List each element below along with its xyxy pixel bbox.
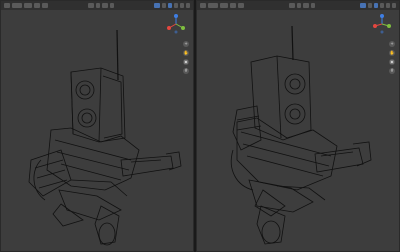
navigation-gizmo-right[interactable]: [371, 13, 393, 35]
camera-icon[interactable]: ▣: [389, 59, 395, 65]
proportional-edit-button[interactable]: [311, 3, 315, 8]
xray-toggle[interactable]: [368, 3, 372, 8]
speaker-box: [250, 55, 312, 141]
shading-rendered-button[interactable]: [392, 3, 396, 8]
x-axis-icon: [167, 26, 171, 30]
gun-right: [314, 147, 364, 173]
hand-icon[interactable]: ✋: [183, 50, 189, 56]
viewport-header-right: [197, 1, 399, 10]
shading-solid-button[interactable]: [380, 3, 384, 8]
shading-material-button[interactable]: [180, 3, 184, 8]
snap-button[interactable]: [102, 3, 108, 8]
select-menu[interactable]: [220, 3, 228, 8]
global-transform-button[interactable]: [88, 3, 94, 8]
y-axis-icon: [181, 26, 185, 30]
arm-left: [28, 149, 72, 197]
view-menu[interactable]: [12, 3, 22, 8]
speaker-upper: [75, 80, 95, 100]
camera-icon[interactable]: ▣: [183, 59, 189, 65]
pivot-button[interactable]: [96, 3, 100, 8]
viewport-right[interactable]: + ✋ ▣ #: [196, 0, 400, 252]
viewport-header-left: [1, 1, 193, 10]
shading-solid-button[interactable]: [174, 3, 178, 8]
navigation-gizmo-left[interactable]: [165, 13, 187, 35]
foot-left: [52, 203, 84, 227]
speaker-box: [70, 67, 126, 143]
z-axis-icon: [174, 14, 178, 18]
snap-button[interactable]: [303, 3, 309, 8]
z-axis-icon: [380, 14, 384, 18]
speaker-lower: [284, 103, 306, 125]
grid-icon[interactable]: #: [389, 68, 395, 74]
global-transform-button[interactable]: [289, 3, 295, 8]
editor-type-button[interactable]: [4, 3, 10, 8]
x-axis-icon: [373, 24, 377, 28]
lower-body: [248, 179, 314, 213]
wireframe-model-right[interactable]: [197, 10, 400, 252]
wireframe-model-left[interactable]: [1, 10, 194, 252]
leg-right: [256, 205, 286, 245]
antenna: [291, 25, 294, 61]
lower-body: [58, 189, 122, 221]
proportional-edit-button[interactable]: [110, 3, 114, 8]
object-menu[interactable]: [42, 3, 48, 8]
overlay-toggle[interactable]: [360, 3, 366, 8]
antenna: [116, 29, 119, 81]
nav-controls-left: + ✋ ▣ #: [183, 41, 189, 74]
zoom-icon[interactable]: +: [183, 41, 189, 47]
shading-wireframe-button[interactable]: [374, 3, 378, 8]
pivot-button[interactable]: [297, 3, 301, 8]
zoom-icon[interactable]: +: [389, 41, 395, 47]
leg-right: [94, 205, 120, 245]
select-menu[interactable]: [24, 3, 32, 8]
shading-rendered-button[interactable]: [186, 3, 190, 8]
nav-controls-right: + ✋ ▣ #: [389, 41, 395, 74]
add-menu[interactable]: [34, 3, 40, 8]
view-menu[interactable]: [208, 3, 218, 8]
viewport-left[interactable]: + ✋ ▣ #: [0, 0, 194, 252]
overlay-toggle[interactable]: [154, 3, 160, 8]
speaker-upper: [284, 73, 306, 95]
gun-right: [120, 155, 174, 177]
shading-wireframe-button[interactable]: [168, 3, 172, 8]
hand-icon[interactable]: ✋: [389, 50, 395, 56]
speaker-lower: [77, 108, 97, 128]
blender-window: + ✋ ▣ # + ✋ ▣ #: [0, 0, 400, 252]
add-menu[interactable]: [230, 3, 236, 8]
editor-type-button[interactable]: [200, 3, 206, 8]
grid-icon[interactable]: #: [183, 68, 189, 74]
xray-toggle[interactable]: [162, 3, 166, 8]
object-menu[interactable]: [238, 3, 244, 8]
y-axis-icon: [387, 24, 391, 28]
shading-material-button[interactable]: [386, 3, 390, 8]
